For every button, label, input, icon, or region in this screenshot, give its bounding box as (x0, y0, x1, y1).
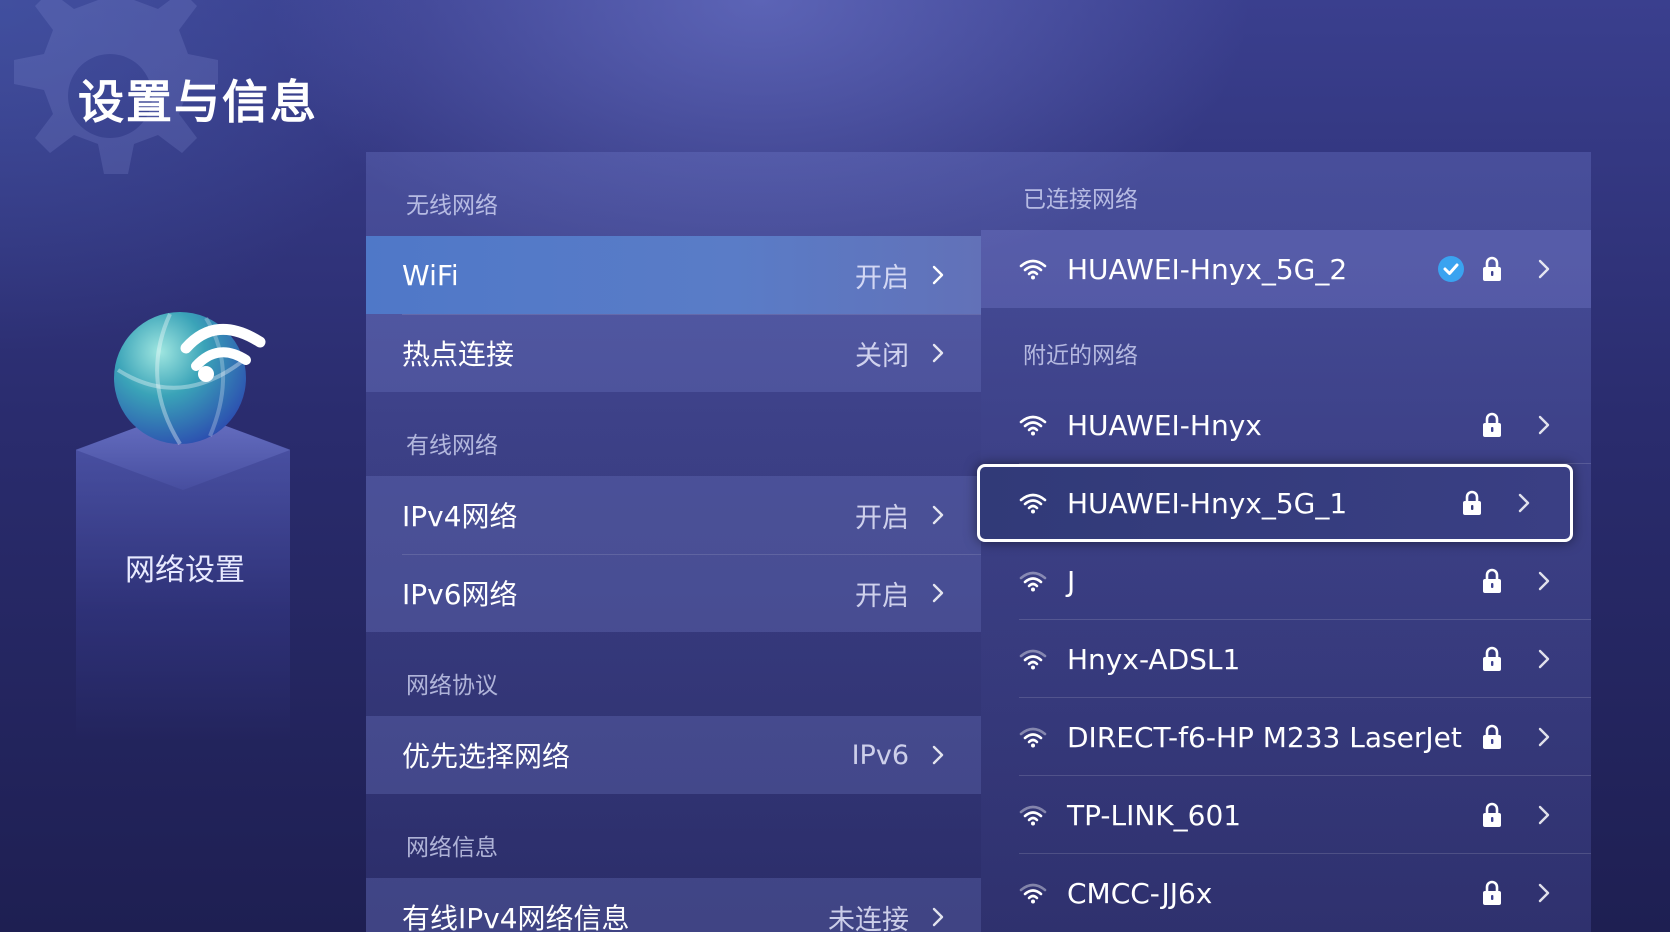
wifi-signal-medium-icon (1019, 727, 1047, 748)
network-name: Hnyx-ADSL1 (1067, 642, 1241, 676)
category-label: 网络设置 (125, 553, 245, 588)
setting-value: 关闭 (855, 340, 909, 372)
chevron-right-icon (1538, 883, 1550, 903)
chevron-right-icon (1538, 415, 1550, 435)
network-name: HUAWEI-Hnyx (1067, 408, 1262, 442)
setting-row-ipv6[interactable]: IPv6网络 开启 (366, 554, 981, 632)
network-name: HUAWEI-Hnyx_5G_2 (1067, 252, 1348, 286)
setting-row-wired-ipv4-info[interactable]: 有线IPv4网络信息 未连接 (366, 878, 981, 932)
page-title: 设置与信息 (78, 75, 318, 129)
network-row[interactable]: J (981, 542, 1591, 620)
network-row[interactable]: DIRECT-f6-HP M233 LaserJet (981, 698, 1591, 776)
network-row[interactable]: CMCC-JJ6x (981, 854, 1591, 932)
setting-value: 开启 (855, 502, 909, 534)
chevron-right-icon (1538, 649, 1550, 669)
setting-label: 有线IPv4网络信息 (402, 902, 630, 932)
setting-row-ipv4[interactable]: IPv4网络 开启 (366, 476, 981, 554)
chevron-right-icon (1538, 259, 1550, 279)
chevron-right-icon (932, 745, 944, 765)
wifi-signal-icon (1019, 259, 1047, 280)
wifi-signal-medium-icon (1019, 805, 1047, 826)
chevron-right-icon (1538, 571, 1550, 591)
section-header-wired: 有线网络 (406, 433, 498, 459)
settings-panel: 无线网络 WiFi 开启 热点连接 关闭 有线网络 IPv4网络 开启 IPv6… (366, 152, 981, 932)
nearby-networks-header: 附近的网络 (1023, 343, 1138, 369)
setting-label: IPv6网络 (402, 578, 518, 611)
wifi-signal-medium-icon (1019, 649, 1047, 670)
wifi-signal-icon (1019, 415, 1047, 436)
connected-check-icon (1438, 256, 1464, 282)
network-row-connected[interactable]: HUAWEI-Hnyx_5G_2 (981, 230, 1591, 308)
setting-value: 开启 (855, 262, 909, 294)
chevron-right-icon (932, 583, 944, 603)
chevron-right-icon (932, 505, 944, 525)
chevron-right-icon (932, 343, 944, 363)
section-header-protocol: 网络协议 (406, 673, 498, 699)
lock-icon (1483, 256, 1501, 281)
network-row-focused[interactable]: HUAWEI-Hnyx_5G_1 (977, 464, 1573, 542)
wifi-signal-medium-icon (1019, 571, 1047, 592)
setting-row-preferred-network[interactable]: 优先选择网络 IPv6 (366, 716, 981, 794)
wifi-signal-medium-icon (1019, 883, 1047, 904)
network-row[interactable]: TP-LINK_601 (981, 776, 1591, 854)
section-header-info: 网络信息 (406, 835, 498, 861)
network-row[interactable]: HUAWEI-Hnyx (981, 386, 1591, 464)
network-row[interactable]: Hnyx-ADSL1 (981, 620, 1591, 698)
globe-wifi-icon (114, 312, 266, 446)
lock-icon (1483, 412, 1501, 437)
category-network-settings: 网络设置 (60, 280, 310, 740)
chevron-right-icon (1538, 805, 1550, 825)
network-panel: 已连接网络 HUAWEI-Hnyx_5G_2 附近的网络 HUAWEI-Hnyx… (977, 152, 1591, 932)
lock-icon (1483, 568, 1501, 593)
connected-networks-header: 已连接网络 (1023, 187, 1138, 213)
setting-row-wifi[interactable]: WiFi 开启 (366, 236, 981, 314)
lock-icon (1483, 880, 1501, 905)
network-name: DIRECT-f6-HP M233 LaserJet (1067, 720, 1462, 754)
network-name: J (1067, 564, 1076, 598)
setting-label: WiFi (402, 258, 459, 292)
setting-row-hotspot[interactable]: 热点连接 关闭 (366, 314, 981, 392)
lock-icon (1463, 490, 1481, 515)
network-name: CMCC-JJ6x (1067, 876, 1213, 910)
lock-icon (1483, 802, 1501, 827)
chevron-right-icon (1538, 727, 1550, 747)
setting-label: IPv4网络 (402, 500, 518, 533)
setting-value: IPv6 (851, 739, 909, 771)
chevron-right-icon (1518, 493, 1530, 513)
setting-label: 优先选择网络 (402, 740, 571, 773)
wifi-signal-icon (1019, 493, 1047, 514)
network-name: HUAWEI-Hnyx_5G_1 (1067, 486, 1348, 520)
setting-value: 未连接 (828, 904, 909, 932)
chevron-right-icon (932, 907, 944, 927)
lock-icon (1483, 724, 1501, 749)
section-header-wireless: 无线网络 (406, 193, 498, 219)
network-name: TP-LINK_601 (1067, 798, 1242, 832)
setting-label: 热点连接 (402, 338, 515, 371)
chevron-right-icon (932, 265, 944, 285)
lock-icon (1483, 646, 1501, 671)
setting-value: 开启 (855, 580, 909, 612)
